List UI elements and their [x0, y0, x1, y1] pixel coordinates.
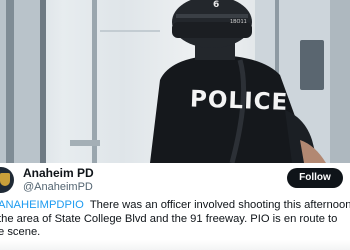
tweet-text: ANAHEIMPDPIO There was an officer involv… [0, 199, 350, 240]
tweet-text-line-3: e scene. [0, 226, 41, 238]
helmet-number: 6 [213, 0, 220, 10]
tweet-line-1: ANAHEIMPDPIO There was an officer involv… [0, 199, 350, 213]
hashtag-link[interactable]: ANAHEIMPDPIO [0, 199, 84, 211]
police-vest-text: POLICE [189, 86, 289, 116]
tweet-text-line-2: the area of State College Blvd and the 9… [0, 212, 338, 225]
helmet-code: 1BO11 [230, 19, 247, 25]
bottom-fade [0, 240, 350, 250]
follow-button[interactable]: Follow [287, 168, 343, 188]
news-photo: 6 1BO11 POLICE [0, 0, 350, 163]
tweet-text-line-1: There was an officer involved shooting t… [89, 199, 350, 211]
photo-scene [0, 0, 350, 163]
display-name[interactable]: Anaheim PD [23, 166, 94, 180]
user-handle[interactable]: @AnaheimPD [23, 181, 93, 193]
